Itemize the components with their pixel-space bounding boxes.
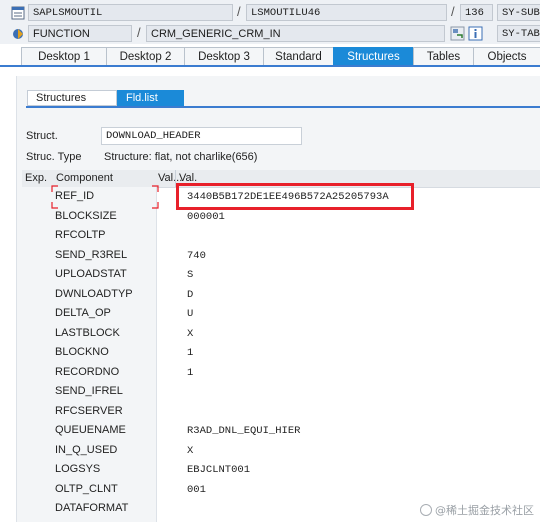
subtab-underline — [26, 106, 540, 108]
component-name[interactable]: BLOCKSIZE — [55, 210, 117, 222]
table-row[interactable]: SEND_R3REL 740 — [22, 246, 540, 265]
cell-focus-marker — [51, 185, 159, 209]
subtab-field-list[interactable]: Fld.list — [117, 90, 184, 106]
component-name[interactable]: RECORDNO — [55, 366, 119, 378]
tab-desktop-1[interactable]: Desktop 1 — [21, 47, 106, 65]
component-value[interactable]: X — [187, 445, 193, 457]
tab-structures[interactable]: Structures — [333, 47, 413, 65]
component-name[interactable]: UPLOADSTAT — [55, 268, 127, 280]
program-row: SAPLSMOUTIL / LSMOUTILU46 / 136 SY-SUB — [0, 3, 540, 23]
component-name[interactable]: RFCOLTP — [55, 229, 106, 241]
component-name[interactable]: DWNLOADTYP — [55, 288, 133, 300]
table-row[interactable]: LOGSYS EBJCLNT001 — [22, 460, 540, 479]
component-value[interactable]: 000001 — [187, 211, 225, 223]
component-name[interactable]: BLOCKNO — [55, 346, 109, 358]
table-row[interactable]: DWNLOADTYP D — [22, 285, 540, 304]
component-name[interactable]: OLTP_CLNT — [55, 483, 118, 495]
component-name[interactable]: QUEUENAME — [55, 424, 126, 436]
tab-tables[interactable]: Tables — [413, 47, 473, 65]
struct-name-input[interactable]: DOWNLOAD_HEADER — [101, 127, 302, 145]
tab-standard[interactable]: Standard — [263, 47, 333, 65]
watermark-text: @稀土掘金技术社区 — [435, 504, 534, 517]
component-name[interactable]: LASTBLOCK — [55, 327, 120, 339]
table-row[interactable]: DELTA_OP U — [22, 304, 540, 323]
subtab-structures[interactable]: Structures — [27, 90, 117, 106]
component-value[interactable]: 1 — [187, 367, 193, 379]
field-list-table: Exp. Component Val... Val. REF_ID 3440B5B… — [22, 170, 540, 522]
component-name[interactable]: RFCSERVER — [55, 405, 123, 417]
tab-desktop-3[interactable]: Desktop 3 — [184, 47, 263, 65]
component-name[interactable]: DATAFORMAT — [55, 502, 128, 514]
table-row[interactable]: SEND_IFREL — [22, 382, 540, 401]
component-value[interactable]: S — [187, 269, 193, 281]
separator: / — [137, 25, 141, 40]
component-value[interactable]: EBJCLNT001 — [187, 464, 250, 476]
struct-label: Struct. — [26, 130, 58, 142]
tab-desktop-2[interactable]: Desktop 2 — [106, 47, 184, 65]
component-value[interactable]: 001 — [187, 484, 206, 496]
table-row[interactable]: LASTBLOCK X — [22, 324, 540, 343]
highlight-box — [176, 183, 414, 210]
struct-type-value: Structure: flat, not charlike(656) — [104, 151, 258, 163]
program-field[interactable]: SAPLSMOUTIL — [28, 4, 233, 21]
debugger-header: SAPLSMOUTIL / LSMOUTILU46 / 136 SY-SUB F… — [0, 0, 540, 44]
separator: / — [451, 4, 455, 19]
table-row[interactable]: QUEUENAME R3AD_DNL_EQUI_HIER — [22, 421, 540, 440]
table-row[interactable]: OLTP_CLNT 001 — [22, 480, 540, 499]
component-value[interactable]: R3AD_DNL_EQUI_HIER — [187, 425, 300, 437]
sysfield-1[interactable]: SY-SUB — [497, 4, 540, 21]
component-name[interactable]: SEND_R3REL — [55, 249, 127, 261]
component-value[interactable]: 740 — [187, 250, 206, 262]
component-name[interactable]: LOGSYS — [55, 463, 100, 475]
component-value[interactable]: D — [187, 289, 193, 301]
tab-objects[interactable]: Objects — [473, 47, 540, 65]
header-exp[interactable]: Exp. — [25, 172, 47, 184]
table-row[interactable]: UPLOADSTAT S — [22, 265, 540, 284]
event-type-field[interactable]: FUNCTION — [28, 25, 132, 42]
component-value[interactable]: X — [187, 328, 193, 340]
tab-underline — [0, 65, 540, 67]
function-module-icon — [13, 29, 23, 39]
struct-type-label: Struc. Type — [26, 151, 82, 163]
event-row: FUNCTION / CRM_GENERIC_CRM_IN SY-TAB — [0, 24, 540, 44]
table-row[interactable]: IN_Q_USED X — [22, 441, 540, 460]
watermark-logo-icon — [420, 504, 432, 516]
component-name[interactable]: SEND_IFREL — [55, 385, 123, 397]
table-row[interactable]: BLOCKNO 1 — [22, 343, 540, 362]
navigate-icon[interactable] — [450, 26, 465, 41]
include-field[interactable]: LSMOUTILU46 — [246, 4, 447, 21]
component-value[interactable]: 1 — [187, 347, 193, 359]
component-name[interactable]: IN_Q_USED — [55, 444, 117, 456]
info-icon[interactable] — [468, 26, 483, 41]
line-field[interactable]: 136 — [460, 4, 493, 21]
table-row[interactable]: RFCSERVER — [22, 402, 540, 421]
table-row[interactable]: RECORDNO 1 — [22, 363, 540, 382]
separator: / — [237, 4, 241, 19]
sysfield-2[interactable]: SY-TAB — [497, 25, 540, 42]
header-component[interactable]: Component — [56, 172, 113, 184]
table-row[interactable]: RFCOLTP — [22, 226, 540, 245]
component-name[interactable]: DELTA_OP — [55, 307, 111, 319]
component-value[interactable]: U — [187, 308, 193, 320]
desktop-tabstrip: Desktop 1 Desktop 2 Desktop 3 Standard S… — [0, 47, 540, 65]
event-name-field[interactable]: CRM_GENERIC_CRM_IN — [146, 25, 445, 42]
watermark: @稀土掘金技术社区 — [420, 502, 534, 518]
program-icon — [11, 6, 25, 20]
